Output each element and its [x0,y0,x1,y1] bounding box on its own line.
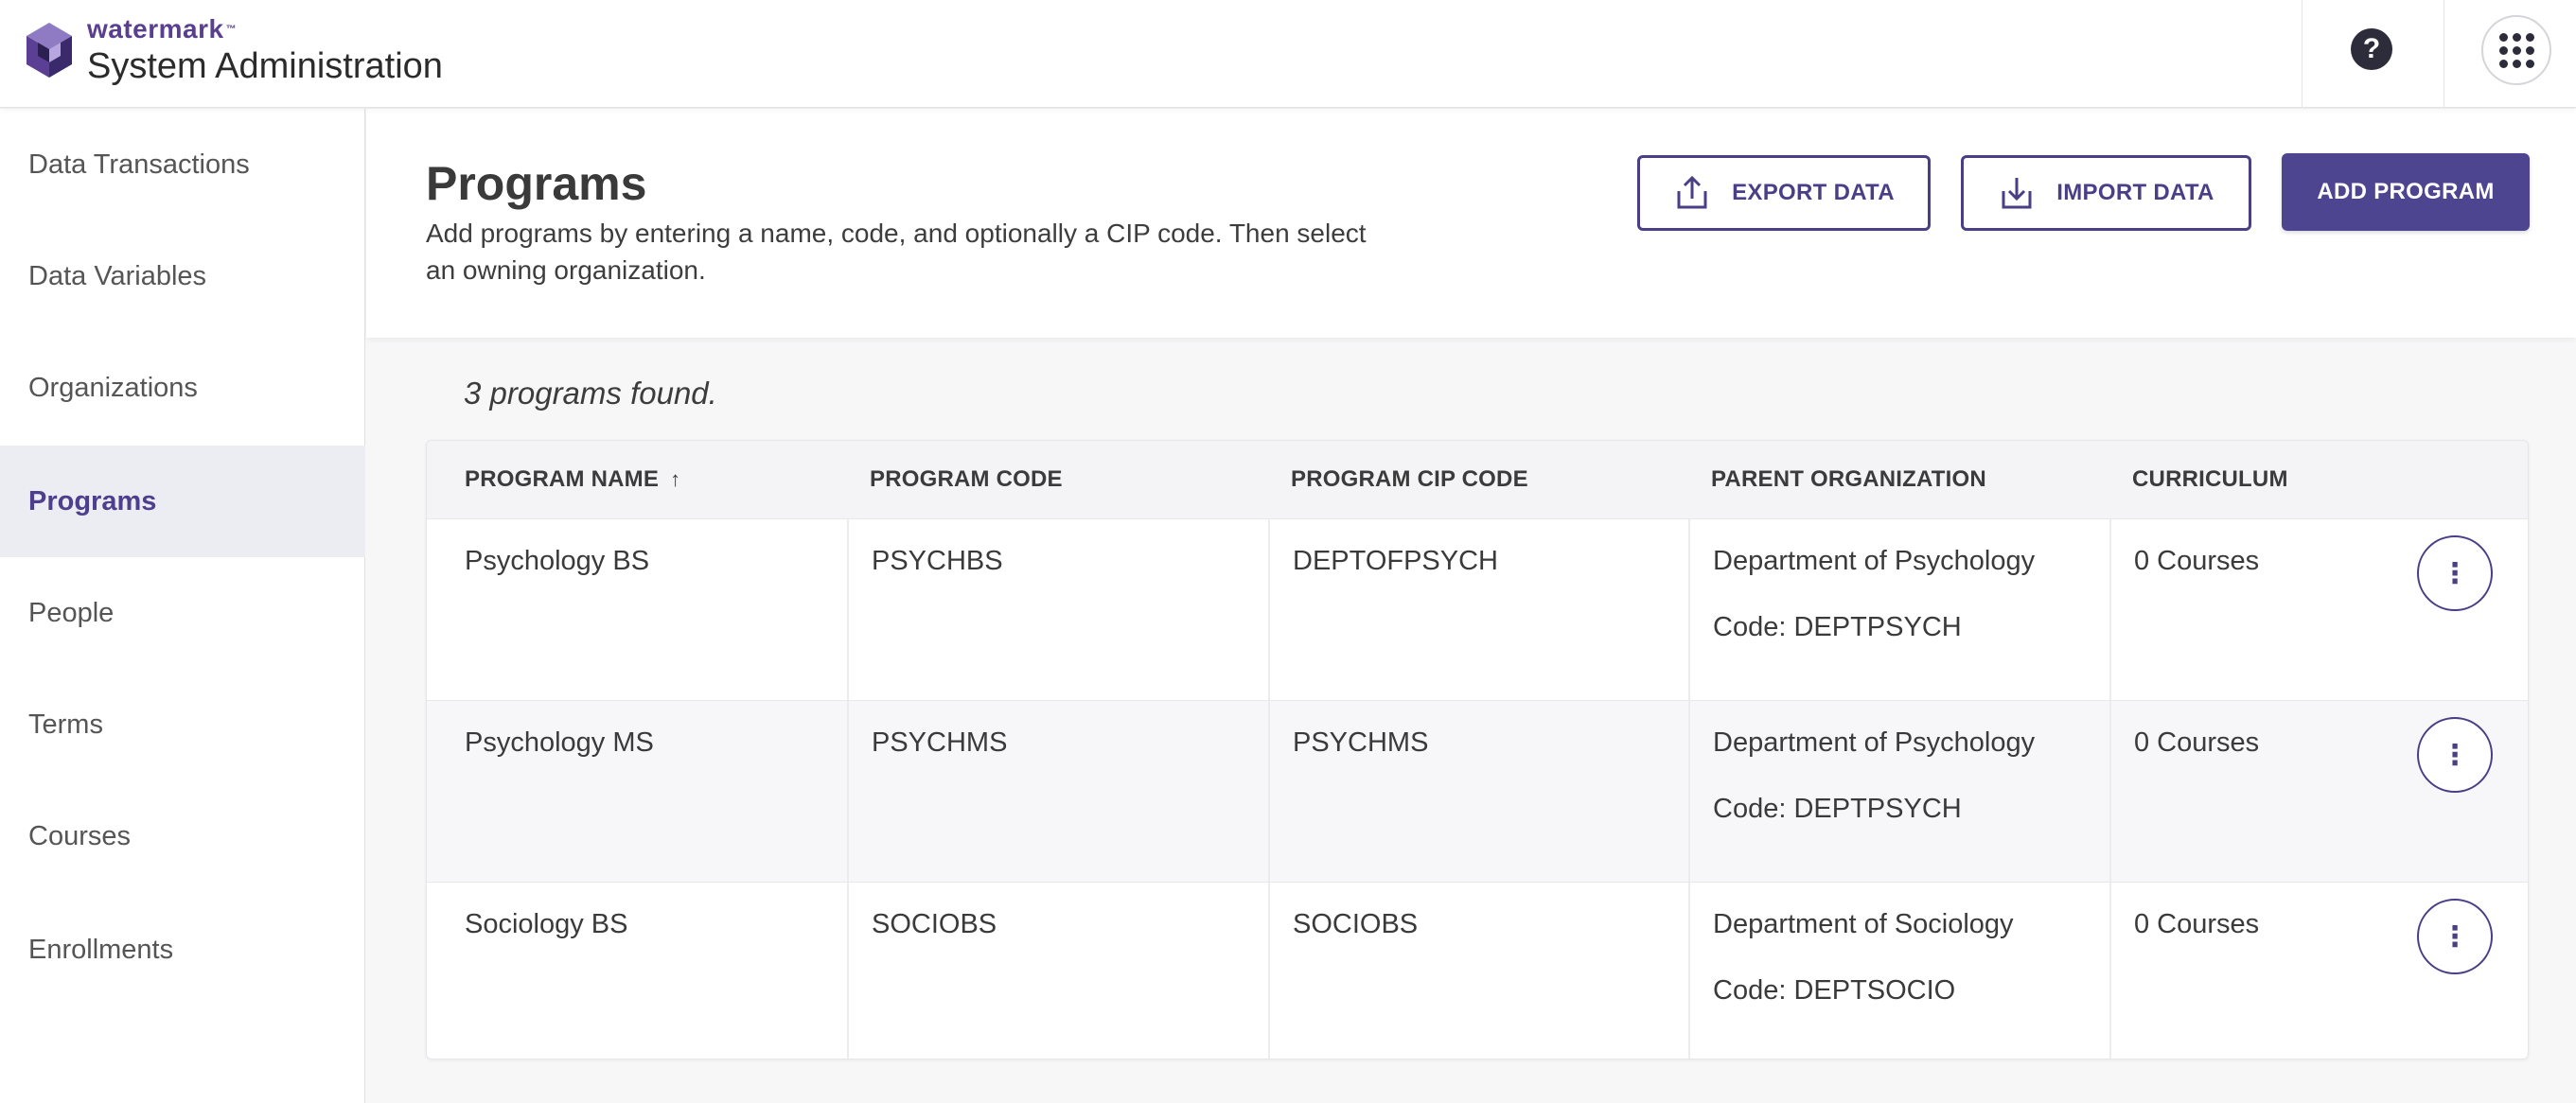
column-divider [847,519,849,701]
parent-organization-cell: Department of Sociology Code: DEPTSOCIO [1713,883,2014,1059]
parent-organization-code: Code: DEPTSOCIO [1713,975,1956,1006]
parent-organization-cell: Department of Psychology Code: DEPTPSYCH [1713,519,2035,701]
sidebar-item-data-variables[interactable]: Data Variables [0,220,365,332]
brand-trademark: ™ [225,24,238,35]
program-name-cell: Psychology MS [465,727,654,758]
cip-code-cell: PSYCHMS [1293,727,1429,758]
row-menu-button[interactable]: ⋮ [2417,535,2493,611]
sidebar-item-enrollments[interactable]: Enrollments [0,894,365,1006]
import-icon [2002,178,2032,209]
results-count: 3 programs found. [464,376,717,411]
column-header-program-name[interactable]: PROGRAM NAME ↑ [465,441,680,518]
table-row: Psychology BS PSYCHBS DEPTOFPSYCH Depart… [427,518,2528,701]
help-icon[interactable]: ? [2351,28,2392,70]
sidebar-item-organizations[interactable]: Organizations [0,332,365,444]
watermark-logo-icon[interactable] [23,21,76,79]
table-row: Psychology MS PSYCHMS PSYCHMS Department… [427,700,2528,883]
import-data-button[interactable]: IMPORT DATA [1961,155,2251,231]
sidebar-item-data-transactions[interactable]: Data Transactions [0,109,365,220]
program-name-cell: Psychology BS [465,546,650,576]
curriculum-cell: 0 Courses [2134,546,2260,576]
sidebar-item-terms[interactable]: Terms [0,669,365,780]
export-data-button[interactable]: EXPORT DATA [1637,155,1931,231]
column-divider [1268,701,1270,883]
sidebar: Data Transactions Data Variables Organiz… [0,109,365,1103]
sort-ascending-icon: ↑ [670,467,681,491]
header-divider [2302,0,2303,108]
column-divider [1688,701,1690,883]
page-header: Programs Add programs by entering a name… [366,109,2576,338]
column-header-cip-code: PROGRAM CIP CODE [1291,466,1528,492]
add-program-button[interactable]: ADD PROGRAM [2282,153,2530,231]
program-code-cell: SOCIOBS [872,909,997,939]
cip-code-cell: DEPTOFPSYCH [1293,546,1499,576]
page-description: Add programs by entering a name, code, a… [426,219,1367,285]
brand-mark-text: watermark [87,14,224,44]
program-code-cell: PSYCHBS [872,546,1003,576]
sidebar-item-courses[interactable]: Courses [0,780,365,892]
column-divider [2109,701,2111,883]
column-divider [2109,519,2111,701]
curriculum-cell: 0 Courses [2134,727,2260,758]
app-title: System Administration [87,46,443,86]
column-header-label: PROGRAM NAME [465,466,660,492]
programs-table: PROGRAM NAME ↑ PROGRAM CODE PROGRAM CIP … [426,440,2529,1059]
column-header-parent-organization: PARENT ORGANIZATION [1711,466,1986,492]
parent-organization-cell: Department of Psychology Code: DEPTPSYCH [1713,701,2035,883]
export-data-label: EXPORT DATA [1732,180,1895,205]
column-divider [1688,519,1690,701]
column-header-program-code: PROGRAM CODE [870,466,1063,492]
parent-organization-name: Department of Psychology [1713,727,2036,758]
brand-mark: watermark ™ [87,15,443,44]
app-grid-icon [2498,32,2534,68]
app-grid-button[interactable] [2481,15,2551,85]
column-divider [1268,883,1270,1059]
export-icon [1677,175,1707,209]
column-divider [2109,883,2111,1059]
row-menu-button[interactable]: ⋮ [2417,899,2493,974]
program-name-cell: Sociology BS [465,909,628,939]
curriculum-cell: 0 Courses [2134,909,2260,939]
sidebar-item-programs[interactable]: Programs [0,446,365,557]
column-divider [847,883,849,1059]
column-divider [1268,519,1270,701]
top-bar: watermark ™ System Administration ? [0,0,2576,108]
parent-organization-name: Department of Psychology [1713,546,2036,576]
page-title: Programs [426,157,647,210]
row-menu-button[interactable]: ⋮ [2417,717,2493,793]
sidebar-item-people[interactable]: People [0,557,365,669]
program-code-cell: PSYCHMS [872,727,1008,758]
import-data-label: IMPORT DATA [2056,180,2214,205]
table-row: Sociology BS SOCIOBS SOCIOBS Department … [427,882,2528,1059]
parent-organization-code: Code: DEPTPSYCH [1713,612,1962,642]
parent-organization-name: Department of Sociology [1713,909,2014,939]
cip-code-cell: SOCIOBS [1293,909,1419,939]
brand: watermark ™ System Administration [87,15,443,87]
parent-organization-code: Code: DEPTPSYCH [1713,794,1962,824]
table-header: PROGRAM NAME ↑ PROGRAM CODE PROGRAM CIP … [427,441,2528,518]
column-divider [847,701,849,883]
column-header-curriculum: CURRICULUM [2132,466,2288,492]
column-divider [1688,883,1690,1059]
